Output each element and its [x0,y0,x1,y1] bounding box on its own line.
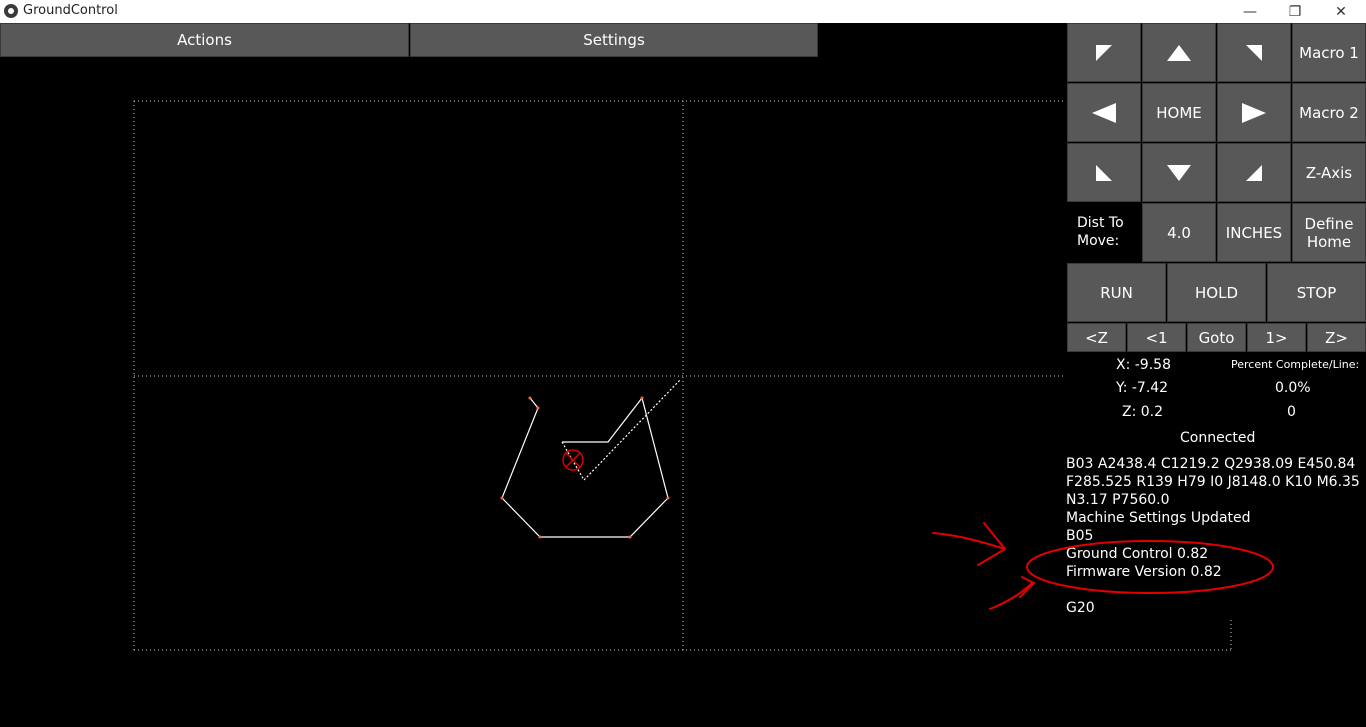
dist-value-button[interactable]: 4.0 [1142,203,1216,262]
jog-up-button[interactable] [1142,23,1216,82]
home-button[interactable]: HOME [1142,83,1216,142]
jog-left-button[interactable] [1067,83,1141,142]
x-position: X: -9.58 [1116,357,1171,373]
macro-1-button[interactable]: Macro 1 [1292,23,1366,82]
minimize-button[interactable]: — [1227,0,1273,23]
arrow-down-left-icon [1096,164,1112,181]
units-button[interactable]: INCHES [1217,203,1291,262]
hold-button[interactable]: HOLD [1167,263,1266,322]
jog-down-right-button[interactable] [1217,143,1291,202]
define-home-button[interactable]: Define Home [1292,203,1366,262]
line-forward-button[interactable]: 1> [1247,323,1306,352]
jog-up-left-button[interactable] [1067,23,1141,82]
arrow-right-icon [1242,102,1266,123]
console-line: B03 A2438.4 C1219.2 Q2938.09 E450.84 [1066,456,1356,472]
jog-down-left-button[interactable] [1067,143,1141,202]
line-back-button[interactable]: <1 [1127,323,1186,352]
maximize-button[interactable]: ❐ [1272,0,1318,23]
endpoint-dots [500,396,670,539]
macro-2-button[interactable]: Macro 2 [1292,83,1366,142]
settings-button[interactable]: Settings [410,23,818,57]
jog-down-button[interactable] [1142,143,1216,202]
window-title: GroundControl [23,3,118,18]
crosshair-marker [562,449,584,471]
console-line: F285.525 R139 H79 I0 J8148.0 K10 M6.35 [1066,474,1360,490]
arrow-lower-shaft [989,582,1033,610]
z-back-button[interactable]: <Z [1067,323,1126,352]
red-annotation [932,522,1274,610]
stop-button[interactable]: STOP [1267,263,1366,322]
run-button[interactable]: RUN [1067,263,1166,322]
toolpath-canvas[interactable] [0,57,1066,727]
goto-button[interactable]: Goto [1187,323,1246,352]
arrow-up-right-icon [1246,44,1262,61]
grid-edge [1066,620,1232,651]
app-icon [4,4,18,18]
actions-button[interactable]: Actions [0,23,409,57]
jog-right-button[interactable] [1217,83,1291,142]
arrow-left-icon [1092,102,1116,123]
console-line: N3.17 P7560.0 [1066,492,1170,508]
arrow-up-left-icon [1096,44,1112,61]
highlight-ellipse [1026,540,1274,594]
toolpath [501,379,681,538]
arrow-down-right-icon [1246,164,1262,181]
connection-status: Connected [1180,430,1256,446]
z-axis-button[interactable]: Z-Axis [1292,143,1366,202]
percent-complete-value: 0.0% [1275,380,1311,396]
dist-to-move-label: Dist To Move: [1077,215,1124,249]
z-forward-button[interactable]: Z> [1307,323,1366,352]
arrow-down-icon [1167,164,1191,181]
current-line-value: 0 [1287,404,1296,420]
jog-up-right-button[interactable] [1217,23,1291,82]
arrow-up-icon [1167,44,1191,61]
percent-complete-label: Percent Complete/Line: [1231,358,1360,371]
close-button[interactable]: ✕ [1318,0,1364,23]
z-position: Z: 0.2 [1122,404,1164,420]
title-bar: GroundControl — ❐ ✕ [0,0,1366,23]
y-position: Y: -7.42 [1116,380,1169,396]
